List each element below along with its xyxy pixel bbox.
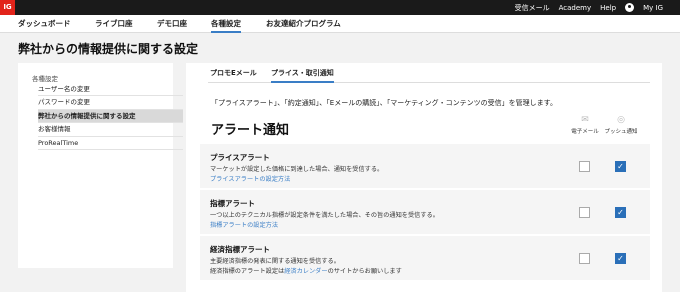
- my-ig-label: My IG: [643, 3, 663, 12]
- alert-title: プライスアラート: [210, 153, 270, 162]
- top-links: 受信メール Academy Help My IG: [515, 0, 680, 15]
- page-title: 弊社からの情報提供に関する設定: [18, 42, 199, 56]
- nav-live-account[interactable]: ライブ口座: [95, 15, 133, 33]
- alert-row-economic: 経済指標アラート 主要経済指標の発表に関する通知を受信する。 経済指標のアラート…: [200, 236, 650, 280]
- sidebar-list: ユーザー名の変更 パスワードの変更 弊社からの情報提供に関する設定 お客様情報 …: [38, 83, 183, 150]
- column-header-email: ✉ 電子メール: [565, 115, 605, 136]
- sidebar-item-prorealtime[interactable]: ProRealTime: [38, 137, 183, 150]
- push-checkbox[interactable]: ✓: [615, 207, 626, 218]
- sidebar-item-communications[interactable]: 弊社からの情報提供に関する設定: [38, 109, 183, 124]
- section-title: アラート通知: [211, 123, 290, 138]
- bell-icon: ◎: [617, 115, 625, 125]
- economic-calendar-link[interactable]: 経済カレンダー: [284, 268, 327, 275]
- email-checkbox[interactable]: [579, 161, 590, 172]
- desc-text: 経済指標のアラート設定は: [210, 268, 285, 275]
- sidebar-item-password[interactable]: パスワードの変更: [38, 96, 183, 110]
- tab-bar: プロモEメール プライス・取引通知: [208, 63, 650, 83]
- ig-logo[interactable]: IG: [0, 0, 15, 15]
- alert-row-price: プライスアラート マーケットが設定した価格に到達した場合、通知を受信する。 プラ…: [200, 144, 650, 188]
- alert-row-indicator: 指標アラート 一つ以上のテクニカル指標が設定条件を満たした場合、その旨の通知を受…: [200, 190, 650, 234]
- nav-dashboard[interactable]: ダッシュボード: [18, 15, 71, 33]
- sidebar-item-username[interactable]: ユーザー名の変更: [38, 83, 183, 97]
- nav-demo-account[interactable]: デモ口座: [157, 15, 187, 33]
- nav-settings[interactable]: 各種設定: [211, 15, 241, 33]
- desc-text: のサイトからお願いします: [327, 268, 402, 275]
- email-checkbox[interactable]: [579, 253, 590, 264]
- sidebar-item-customer-info[interactable]: お客様情報: [38, 123, 183, 137]
- alert-title: 指標アラート: [210, 199, 255, 208]
- sidebar-heading: 各種設定: [32, 75, 58, 83]
- user-icon: [625, 3, 635, 12]
- nav-referral[interactable]: お友達紹介プログラム: [266, 15, 341, 33]
- academy-link[interactable]: Academy: [559, 4, 592, 12]
- alert-howto-link[interactable]: プライスアラートの設定方法: [210, 174, 290, 183]
- column-header-push: ◎ プッシュ通知: [601, 115, 641, 136]
- email-checkbox[interactable]: [579, 207, 590, 218]
- push-checkbox[interactable]: ✓: [615, 253, 626, 264]
- inbox-link[interactable]: 受信メール: [515, 3, 550, 13]
- column-push-label: プッシュ通知: [604, 129, 638, 135]
- sidebar: 各種設定 ユーザー名の変更 パスワードの変更 弊社からの情報提供に関する設定 お…: [18, 63, 183, 268]
- main-nav: ダッシュボード ライブ口座 デモ口座 各種設定 お友達紹介プログラム: [0, 15, 680, 33]
- tab-promo-email[interactable]: プロモEメール: [210, 68, 257, 83]
- main-panel: プロモEメール プライス・取引通知 「プライスアラート」、「約定通知」、「Eメー…: [186, 63, 662, 292]
- intro-text: 「プライスアラート」、「約定通知」、「Eメールの購読」、「マーケティング・コンテ…: [211, 99, 557, 107]
- alert-description: 主要経済指標の発表に関する通知を受信する。: [210, 258, 340, 265]
- alert-howto-link[interactable]: 指標アラートの設定方法: [210, 220, 278, 229]
- alert-title: 経済指標アラート: [210, 245, 270, 254]
- top-bar: IG 受信メール Academy Help My IG: [0, 0, 680, 15]
- envelope-icon: ✉: [581, 115, 589, 125]
- push-checkbox[interactable]: ✓: [615, 161, 626, 172]
- help-link[interactable]: Help: [600, 4, 616, 12]
- alert-description: 一つ以上のテクニカル指標が設定条件を満たした場合、その旨の通知を受信する。: [210, 212, 439, 219]
- tab-price-trade-notifications[interactable]: プライス・取引通知: [271, 68, 334, 83]
- my-ig-menu[interactable]: My IG: [625, 3, 672, 12]
- column-email-label: 電子メール: [571, 129, 599, 135]
- alert-description-2: 経済指標のアラート設定は経済カレンダーのサイトからお願いします: [210, 266, 402, 275]
- alert-description: マーケットが設定した価格に到達した場合、通知を受信する。: [210, 166, 384, 173]
